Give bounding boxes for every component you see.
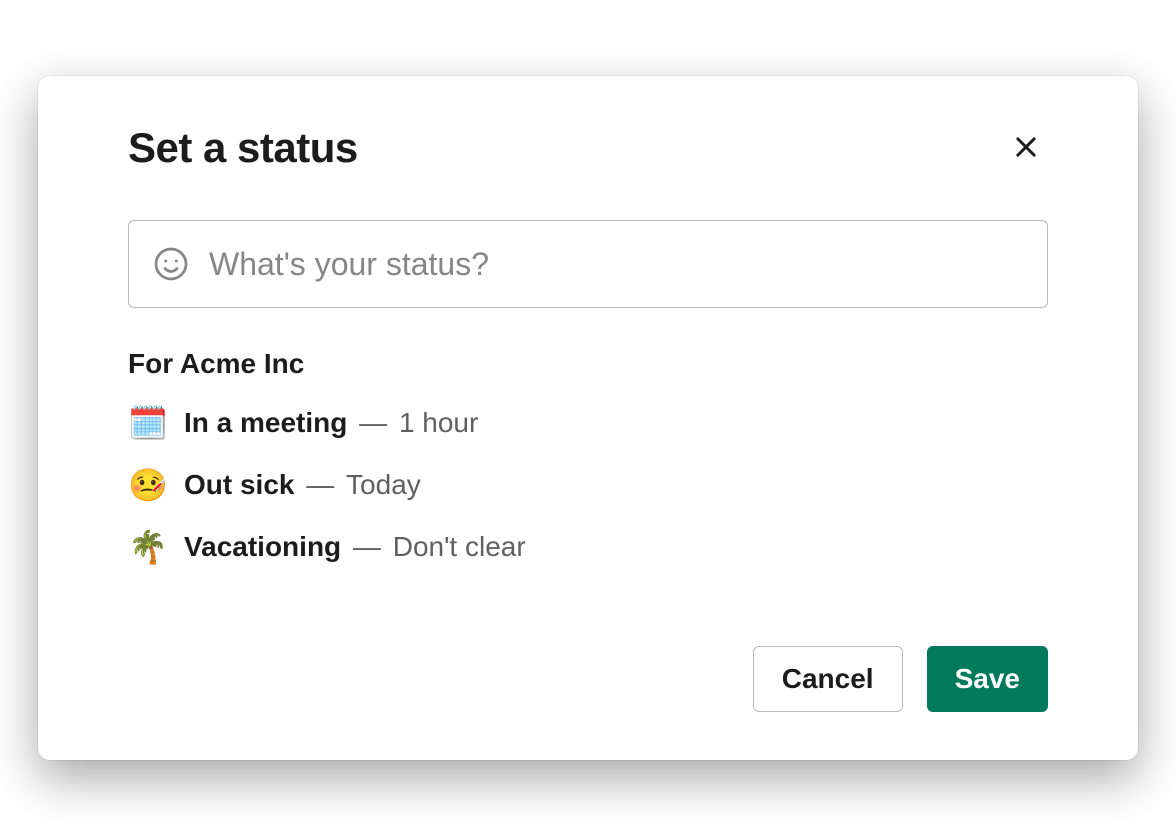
status-preset-separator: —: [351, 407, 395, 438]
status-preset-list: 🗓️ In a meeting — 1 hour 🤒 Out sick — To…: [128, 404, 1048, 566]
status-preset-vacation[interactable]: 🌴 Vacationing — Don't clear: [128, 528, 1048, 566]
modal-header: Set a status: [128, 124, 1048, 172]
close-icon: [1012, 133, 1040, 164]
set-status-modal: Set a status For Acme Inc 🗓️: [38, 76, 1138, 760]
status-preset-label: Out sick: [184, 469, 294, 500]
status-preset-separator: —: [345, 531, 389, 562]
smiley-icon[interactable]: [153, 246, 189, 282]
close-button[interactable]: [1004, 125, 1048, 172]
status-input[interactable]: [209, 246, 1023, 283]
status-preset-label: Vacationing: [184, 531, 341, 562]
palm-tree-icon: 🌴: [128, 528, 184, 566]
status-preset-duration: Today: [346, 469, 421, 500]
workspace-label: For Acme Inc: [128, 348, 1048, 380]
status-preset-meeting[interactable]: 🗓️ In a meeting — 1 hour: [128, 404, 1048, 442]
status-preset-duration: 1 hour: [399, 407, 478, 438]
status-preset-sick[interactable]: 🤒 Out sick — Today: [128, 466, 1048, 504]
modal-title: Set a status: [128, 124, 358, 172]
status-preset-separator: —: [298, 469, 342, 500]
status-preset-duration: Don't clear: [393, 531, 526, 562]
calendar-icon: 🗓️: [128, 404, 184, 442]
modal-footer: Cancel Save: [128, 646, 1048, 712]
sick-face-icon: 🤒: [128, 466, 184, 504]
status-preset-label: In a meeting: [184, 407, 347, 438]
status-input-container[interactable]: [128, 220, 1048, 308]
save-button[interactable]: Save: [927, 646, 1048, 712]
cancel-button[interactable]: Cancel: [753, 646, 903, 712]
